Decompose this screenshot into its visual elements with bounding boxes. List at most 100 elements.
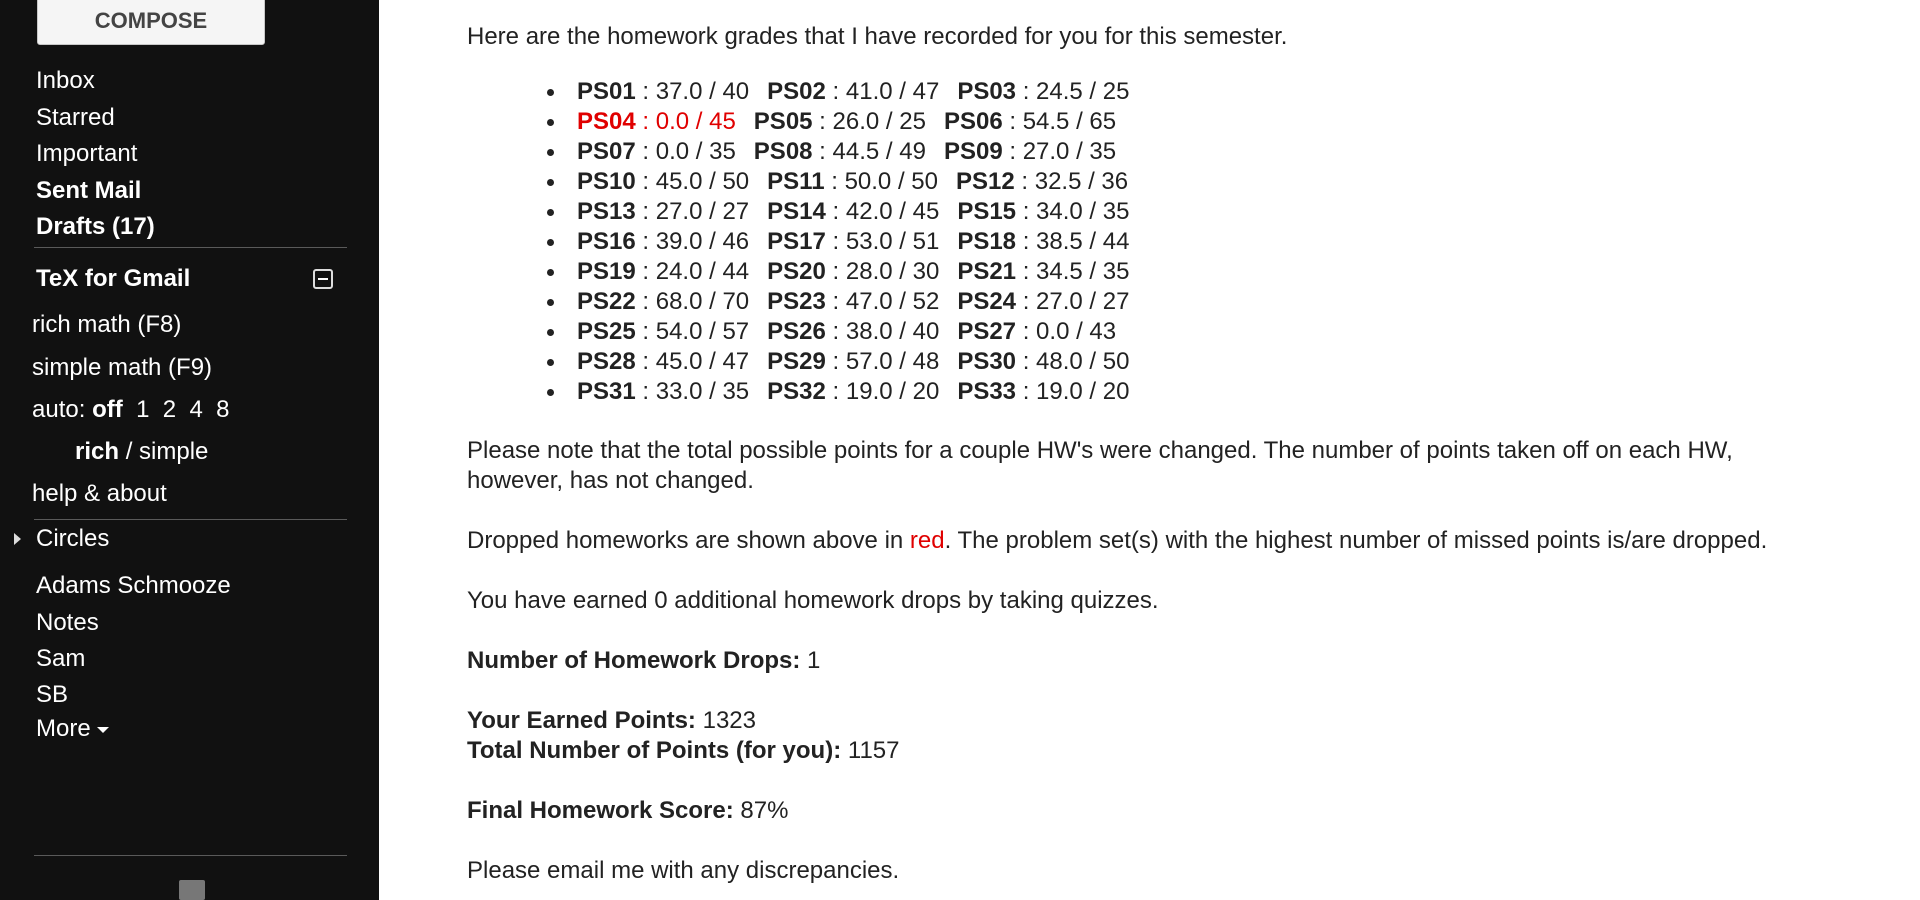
grade-score: 27.0 / 27	[1036, 288, 1130, 315]
grade-name: PS09	[943, 138, 1003, 165]
grade-name: PS18	[957, 228, 1017, 255]
grade-row: PS10 : 45.0 / 50 PS11 : 50.0 / 50 PS12 : 3…	[546, 167, 1147, 197]
grade-item: PS19 : 24.0 / 44	[577, 258, 750, 285]
total-points-value: 1157	[847, 737, 900, 764]
chat-icon[interactable]	[179, 880, 205, 900]
nav-more[interactable]: More	[36, 714, 109, 744]
final-score-value: 87%	[740, 797, 789, 824]
grade-item: PS16 : 39.0 / 46	[577, 228, 750, 255]
grade-score: 38.0 / 40	[845, 318, 940, 345]
grade-name: PS20	[767, 258, 826, 285]
grades-list: PS01 : 37.0 / 40 PS02 : 41.0 / 47 PS03 : 2…	[546, 77, 1147, 407]
label-sb[interactable]: SB	[36, 680, 68, 710]
compose-button[interactable]: COMPOSE	[37, 0, 265, 45]
tex-rich-math[interactable]: rich math (F8)	[32, 310, 181, 340]
grade-name: PS24	[957, 288, 1017, 315]
num-drops-value: 1	[807, 647, 821, 674]
tex-auto-8[interactable]: 8	[216, 396, 229, 423]
tex-mode-rich[interactable]: rich	[75, 438, 119, 465]
earned-points: Your Earned Points: 1323	[467, 706, 756, 736]
grade-row: PS22 : 68.0 / 70 PS23 : 47.0 / 52 PS24 : 2…	[546, 287, 1147, 317]
grade-score: 38.5 / 44	[1036, 228, 1130, 255]
label-adams-schmooze[interactable]: Adams Schmooze	[36, 571, 231, 601]
email-earned-drops: You have earned 0 additional homework dr…	[467, 587, 1159, 614]
grade-name: PS08	[753, 138, 813, 165]
tex-mode: rich / simple	[75, 437, 208, 467]
grade-name: PS33	[957, 378, 1017, 405]
dropped-note-pre: Dropped homeworks are shown above in	[467, 527, 910, 554]
grade-name: PS15	[957, 198, 1017, 225]
grade-item: PS30 : 48.0 / 50	[957, 348, 1130, 375]
expand-arrow-icon[interactable]	[14, 533, 21, 545]
grade-name: PS13	[577, 198, 636, 225]
grade-item: PS01 : 37.0 / 40	[577, 78, 750, 105]
grade-item: PS13 : 27.0 / 27	[577, 198, 750, 225]
grade-item: PS07 : 0.0 / 35	[577, 138, 736, 165]
grade-score: 53.0 / 51	[845, 228, 940, 255]
grade-score: 34.5 / 35	[1036, 258, 1130, 285]
tex-simple-math[interactable]: simple math (F9)	[32, 353, 212, 383]
grade-score: 47.0 / 52	[845, 288, 940, 315]
grade-item: PS18 : 38.5 / 44	[957, 228, 1130, 255]
grade-item: PS14 : 42.0 / 45	[767, 198, 940, 225]
collapse-icon[interactable]	[313, 269, 333, 289]
grade-row: PS04 : 0.0 / 45 PS05 : 26.0 / 25 PS06 : 54…	[546, 107, 1147, 137]
divider	[34, 247, 347, 248]
final-score: Final Homework Score: 87%	[467, 796, 788, 826]
grade-item: PS22 : 68.0 / 70	[577, 288, 750, 315]
tex-auto-2[interactable]: 2	[163, 396, 176, 423]
grade-name: PS32	[767, 378, 826, 405]
grade-name: PS26	[767, 318, 826, 345]
nav-sent-mail[interactable]: Sent Mail	[36, 176, 141, 206]
nav-drafts[interactable]: Drafts (17)	[36, 212, 155, 242]
grade-score: 26.0 / 25	[832, 108, 926, 135]
grade-item: PS29 : 57.0 / 48	[767, 348, 940, 375]
label-sam[interactable]: Sam	[36, 644, 85, 674]
grade-score: 37.0 / 40	[655, 78, 750, 105]
earned-points-value: 1323	[702, 707, 756, 734]
tex-auto-4[interactable]: 4	[189, 396, 202, 423]
email-closing: Please email me with any discrepancies.	[467, 857, 900, 884]
grade-name: PS01	[577, 78, 636, 105]
grade-item: PS33 : 19.0 / 20	[957, 378, 1130, 405]
grade-item: PS12 : 32.5 / 36	[955, 168, 1129, 195]
tex-auto: auto: off 1 2 4 8	[32, 395, 230, 425]
grade-name: PS30	[957, 348, 1017, 375]
label-notes[interactable]: Notes	[36, 608, 99, 638]
grade-name: PS27	[957, 318, 1017, 345]
nav-important[interactable]: Important	[36, 139, 137, 169]
grade-name: PS29	[767, 348, 826, 375]
grade-score: 28.0 / 30	[845, 258, 940, 285]
tex-auto-1[interactable]: 1	[136, 396, 149, 423]
email-body: Here are the homework grades that I have…	[467, 0, 1907, 900]
grade-score: 33.0 / 35	[655, 378, 750, 405]
nav-inbox[interactable]: Inbox	[36, 66, 95, 96]
email-intro: Here are the homework grades that I have…	[467, 23, 1288, 50]
tex-help-about[interactable]: help & about	[32, 479, 167, 509]
grade-item: PS31 : 33.0 / 35	[577, 378, 750, 405]
grade-item: PS11 : 50.0 / 50	[767, 168, 938, 195]
grade-score: 27.0 / 27	[655, 198, 750, 225]
grade-score: 19.0 / 20	[845, 378, 940, 405]
grade-item: PS25 : 54.0 / 57	[577, 318, 750, 345]
nav-starred[interactable]: Starred	[36, 103, 115, 133]
tex-auto-off[interactable]: off	[92, 396, 123, 423]
tex-title: TeX for Gmail	[36, 265, 191, 292]
grade-name: PS28	[577, 348, 636, 375]
num-drops-label: Number of Homework Drops:	[467, 647, 801, 674]
final-score-label: Final Homework Score:	[467, 797, 734, 824]
grade-score: 39.0 / 46	[655, 228, 750, 255]
grade-name: PS31	[577, 378, 636, 405]
grade-item: PS06 : 54.5 / 65	[943, 108, 1117, 135]
tex-mode-simple[interactable]: simple	[139, 438, 208, 465]
grade-row: PS13 : 27.0 / 27 PS14 : 42.0 / 45 PS15 : 3…	[546, 197, 1147, 227]
num-drops: Number of Homework Drops: 1	[467, 646, 820, 676]
nav-circles[interactable]: Circles	[36, 524, 109, 554]
grade-row: PS25 : 54.0 / 57 PS26 : 38.0 / 40 PS27 : 0…	[546, 317, 1147, 347]
grade-score: 0.0 / 43	[1036, 318, 1117, 345]
caret-down-icon	[96, 726, 109, 733]
dropped-note-red: red	[909, 527, 945, 554]
grade-item: PS21 : 34.5 / 35	[957, 258, 1130, 285]
grade-score: 0.0 / 35	[655, 138, 736, 165]
grade-item: PS08 : 44.5 / 49	[753, 138, 926, 165]
